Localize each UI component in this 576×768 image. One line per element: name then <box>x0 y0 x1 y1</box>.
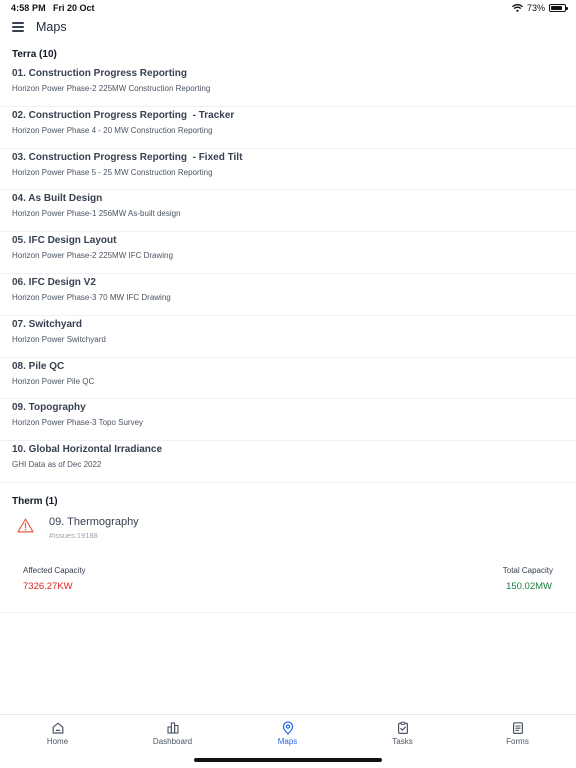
status-bar: 4:58 PM Fri 20 Oct 73% <box>0 0 576 16</box>
map-list-item[interactable]: 08. Pile QC Horizon Power Pile QC <box>0 358 576 400</box>
map-item-name: 03. Construction Progress Reporting - Fi… <box>12 151 243 163</box>
tab-maps-label: Maps <box>277 737 298 746</box>
tab-home-label: Home <box>46 737 69 746</box>
home-icon <box>52 722 63 734</box>
therm-item-name: 09. Thermography <box>49 516 139 528</box>
map-item-description: Horizon Power Phase 4 - 20 MW Constructi… <box>12 125 213 135</box>
map-item-name: 05. IFC Design Layout <box>12 235 117 247</box>
tab-maps[interactable]: Maps <box>230 721 345 755</box>
therm-map-card[interactable]: 09. Thermography #Issues:19188 Affected … <box>0 510 576 613</box>
top-bar: Maps <box>0 16 576 40</box>
tab-tasks-label: Tasks <box>392 737 413 746</box>
map-item-description: GHI Data as of Dec 2022 <box>12 460 102 470</box>
dashboard-icon <box>166 722 179 734</box>
map-item-description: Horizon Power Phase-2 225MW IFC Drawing <box>12 251 173 261</box>
therm-section-heading: Therm (1) <box>12 496 58 507</box>
map-item-description: Horizon Power Switchyard <box>12 334 106 344</box>
affected-capacity-label: Affected Capacity <box>23 566 86 575</box>
map-list-item[interactable]: 04. As Built Design Horizon Power Phase-… <box>0 190 576 233</box>
terra-map-list: 01. Construction Progress Reporting Hori… <box>0 65 576 483</box>
menu-icon[interactable] <box>12 22 24 32</box>
tasks-icon <box>397 721 408 735</box>
map-item-name: 01. Construction Progress Reporting <box>12 68 188 79</box>
forms-icon <box>512 722 523 735</box>
affected-capacity-value: 7326.27KW <box>23 581 73 592</box>
wifi-icon <box>511 4 523 12</box>
tab-dashboard[interactable]: Dashboard <box>115 721 230 755</box>
map-item-description: Horizon Power Phase-1 256MW As-built des… <box>12 209 181 219</box>
map-item-description: Horizon Power Phase 5 - 25 MW Constructi… <box>12 167 213 177</box>
therm-issues-count: #Issues:19188 <box>49 531 98 540</box>
tab-home[interactable]: Home <box>0 721 115 755</box>
map-list-item[interactable]: 01. Construction Progress Reporting Hori… <box>0 65 576 107</box>
battery-percent: 73% <box>526 3 545 13</box>
tab-tasks[interactable]: Tasks <box>345 721 460 755</box>
map-item-name: 02. Construction Progress Reporting - Tr… <box>12 109 235 121</box>
total-capacity-value: 150.02MW <box>506 581 552 592</box>
map-item-name: 07. Switchyard <box>12 318 83 330</box>
map-list-item[interactable]: 10. Global Horizontal Irradiance GHI Dat… <box>0 441 576 483</box>
map-list-item[interactable]: 06. IFC Design V2 Horizon Power Phase-3 … <box>0 274 576 316</box>
map-list-item[interactable]: 07. Switchyard Horizon Power Switchyard <box>0 316 576 358</box>
home-indicator[interactable] <box>194 758 382 762</box>
terra-section-heading: Terra (10) <box>12 49 57 60</box>
map-item-description: Horizon Power Phase-3 Topo Survey <box>12 418 144 428</box>
map-pin-icon <box>282 721 293 735</box>
tab-forms-label: Forms <box>506 737 529 746</box>
page-title: Maps <box>36 20 67 34</box>
tab-forms[interactable]: Forms <box>460 721 575 755</box>
map-item-name: 04. As Built Design <box>12 193 103 205</box>
status-time: 4:58 PM <box>11 3 46 13</box>
bottom-tab-bar: Home Dashboard Maps Tasks Forms <box>0 714 576 768</box>
tab-dashboard-label: Dashboard <box>152 737 193 746</box>
battery-icon <box>549 4 568 12</box>
map-item-name: 06. IFC Design V2 <box>12 276 96 288</box>
map-item-name: 08. Pile QC <box>12 360 65 372</box>
status-date: Fri 20 Oct <box>53 3 95 13</box>
map-list-item[interactable]: 03. Construction Progress Reporting - Fi… <box>0 149 576 191</box>
warning-triangle-icon <box>17 518 34 533</box>
map-list-item[interactable]: 02. Construction Progress Reporting - Tr… <box>0 107 576 149</box>
map-list-item[interactable]: 05. IFC Design Layout Horizon Power Phas… <box>0 232 576 274</box>
map-list-item[interactable]: 09. Topography Horizon Power Phase-3 Top… <box>0 399 576 442</box>
status-right: 73% <box>511 3 568 13</box>
total-capacity-label: Total Capacity <box>502 566 553 575</box>
map-item-description: Horizon Power Phase-2 225MW Construction… <box>12 84 211 93</box>
map-item-name: 09. Topography <box>12 402 86 414</box>
map-item-name: 10. Global Horizontal Irradiance <box>12 444 163 456</box>
map-item-description: Horizon Power Phase-3 70 MW IFC Drawing <box>12 292 171 302</box>
map-item-description: Horizon Power Pile QC <box>12 376 95 386</box>
